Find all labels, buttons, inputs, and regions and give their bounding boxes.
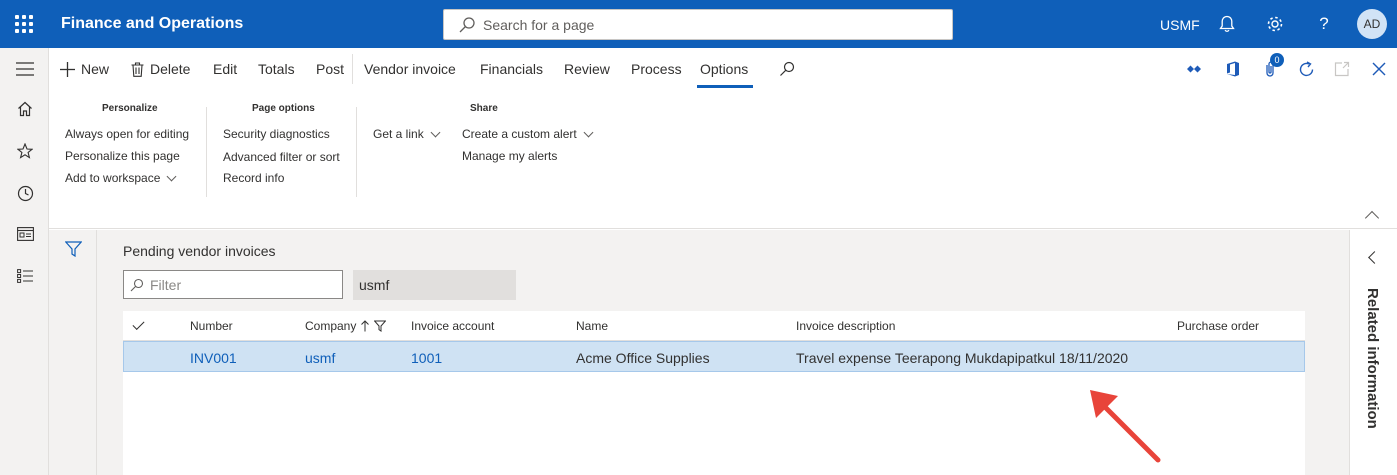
new-button[interactable]: New bbox=[60, 61, 109, 77]
search-input[interactable] bbox=[483, 16, 923, 33]
collapse-ribbon-icon[interactable] bbox=[1364, 210, 1380, 226]
attachments-badge: 0 bbox=[1270, 53, 1284, 67]
power-apps-icon[interactable] bbox=[1185, 60, 1203, 78]
top-navigation-bar: Finance and Operations USMF ? AD bbox=[0, 0, 1397, 48]
chevron-down-icon bbox=[430, 127, 441, 137]
add-to-workspace-label: Add to workspace bbox=[65, 171, 161, 185]
get-a-link-label: Get a link bbox=[373, 127, 424, 141]
office-icon[interactable] bbox=[1224, 60, 1242, 78]
delete-button[interactable]: Delete bbox=[131, 61, 190, 77]
tab-financials[interactable]: Financials bbox=[480, 61, 543, 77]
action-search-icon[interactable] bbox=[778, 60, 796, 78]
advanced-filter-button[interactable]: Advanced filter or sort bbox=[223, 150, 340, 164]
avatar[interactable]: AD bbox=[1357, 9, 1387, 39]
column-header-invoice-description[interactable]: Invoice description bbox=[796, 319, 895, 333]
always-open-for-editing-button[interactable]: Always open for editing bbox=[65, 127, 189, 141]
security-diagnostics-button[interactable]: Security diagnostics bbox=[223, 127, 330, 141]
page-options-group-title: Page options bbox=[252, 103, 315, 114]
chevron-down-icon bbox=[583, 127, 594, 137]
bell-icon[interactable] bbox=[1216, 13, 1238, 35]
app-launcher-icon[interactable] bbox=[12, 12, 36, 36]
refresh-icon[interactable] bbox=[1297, 60, 1315, 78]
tab-options[interactable]: Options bbox=[700, 61, 748, 77]
checkmark-icon bbox=[132, 317, 145, 331]
manage-my-alerts-button[interactable]: Manage my alerts bbox=[462, 149, 557, 163]
filter-input[interactable] bbox=[150, 276, 340, 293]
totals-button[interactable]: Totals bbox=[258, 61, 295, 77]
options-ribbon: Personalize Always open for editing Pers… bbox=[49, 89, 1397, 229]
star-icon[interactable] bbox=[12, 138, 38, 164]
cell-invoice-account[interactable]: 1001 bbox=[411, 350, 442, 366]
search-icon bbox=[459, 16, 475, 32]
column-header-purchase-order[interactable]: Purchase order bbox=[1177, 319, 1259, 333]
cell-number[interactable]: INV001 bbox=[190, 350, 237, 366]
search-icon bbox=[130, 278, 144, 291]
get-a-link-button[interactable]: Get a link bbox=[373, 127, 441, 141]
home-icon[interactable] bbox=[12, 96, 38, 122]
filter-pane-icon[interactable] bbox=[64, 241, 83, 260]
cell-company[interactable]: usmf bbox=[305, 350, 335, 366]
personalize-group-title: Personalize bbox=[102, 103, 158, 114]
hamburger-icon[interactable] bbox=[12, 56, 38, 82]
quick-filter[interactable] bbox=[123, 270, 343, 299]
delete-label: Delete bbox=[150, 61, 191, 77]
filter-pane bbox=[49, 230, 97, 475]
edit-button[interactable]: Edit bbox=[213, 61, 237, 77]
related-information-label[interactable]: Related information bbox=[1364, 288, 1381, 429]
tab-review[interactable]: Review bbox=[564, 61, 610, 77]
chevron-down-icon bbox=[166, 171, 177, 181]
navigation-rail bbox=[0, 48, 49, 475]
action-divider bbox=[352, 54, 353, 84]
attachments-icon[interactable]: 0 bbox=[1261, 53, 1284, 78]
add-to-workspace-button[interactable]: Add to workspace bbox=[65, 171, 177, 185]
tab-vendor-invoice[interactable]: Vendor invoice bbox=[364, 61, 456, 77]
list-title: Pending vendor invoices bbox=[123, 243, 276, 259]
modules-list-icon[interactable] bbox=[12, 263, 38, 289]
new-label: New bbox=[81, 61, 110, 77]
group-divider bbox=[206, 107, 207, 197]
column-header-number[interactable]: Number bbox=[190, 319, 233, 333]
select-all-checkbox[interactable] bbox=[123, 315, 153, 335]
action-pane: New Delete Edit Totals Post Vendor invoi… bbox=[49, 48, 1397, 89]
create-custom-alert-label: Create a custom alert bbox=[462, 127, 577, 141]
record-info-button[interactable]: Record info bbox=[223, 171, 284, 185]
column-header-company[interactable]: Company bbox=[305, 319, 387, 333]
plus-icon bbox=[60, 61, 75, 77]
create-custom-alert-button[interactable]: Create a custom alert bbox=[462, 127, 594, 141]
trash-icon bbox=[131, 61, 144, 77]
column-header-company-label: Company bbox=[305, 319, 357, 333]
company-filter-field[interactable]: usmf bbox=[353, 270, 516, 300]
active-tab-indicator bbox=[697, 85, 753, 88]
workspace-icon[interactable] bbox=[12, 221, 38, 247]
column-header-invoice-account[interactable]: Invoice account bbox=[411, 319, 494, 333]
column-header-name[interactable]: Name bbox=[576, 319, 608, 333]
grid-header: Number Company Invoice account Name Invo… bbox=[123, 311, 1305, 341]
app-title[interactable]: Finance and Operations bbox=[61, 15, 243, 33]
cell-invoice-description: Travel expense Teerapong Mukdapipatkul 1… bbox=[796, 350, 1129, 366]
open-new-window-icon[interactable] bbox=[1333, 60, 1351, 78]
help-icon[interactable]: ? bbox=[1313, 13, 1335, 35]
share-group-title: Share bbox=[470, 103, 498, 114]
post-button[interactable]: Post bbox=[316, 61, 344, 77]
annotation-arrow-icon bbox=[1090, 390, 1161, 463]
sort-ascending-icon bbox=[361, 320, 370, 332]
table-row[interactable]: INV001 usmf 1001 Acme Office Supplies Tr… bbox=[123, 341, 1305, 372]
gear-icon[interactable] bbox=[1264, 13, 1286, 35]
close-icon[interactable] bbox=[1370, 60, 1388, 78]
group-divider bbox=[356, 107, 357, 197]
clock-icon[interactable] bbox=[12, 180, 38, 206]
company-picker[interactable]: USMF bbox=[1160, 17, 1200, 33]
page-search[interactable] bbox=[443, 9, 953, 40]
filter-icon bbox=[374, 320, 387, 332]
cell-name: Acme Office Supplies bbox=[576, 350, 710, 366]
tab-process[interactable]: Process bbox=[631, 61, 682, 77]
personalize-this-page-button[interactable]: Personalize this page bbox=[65, 149, 180, 163]
